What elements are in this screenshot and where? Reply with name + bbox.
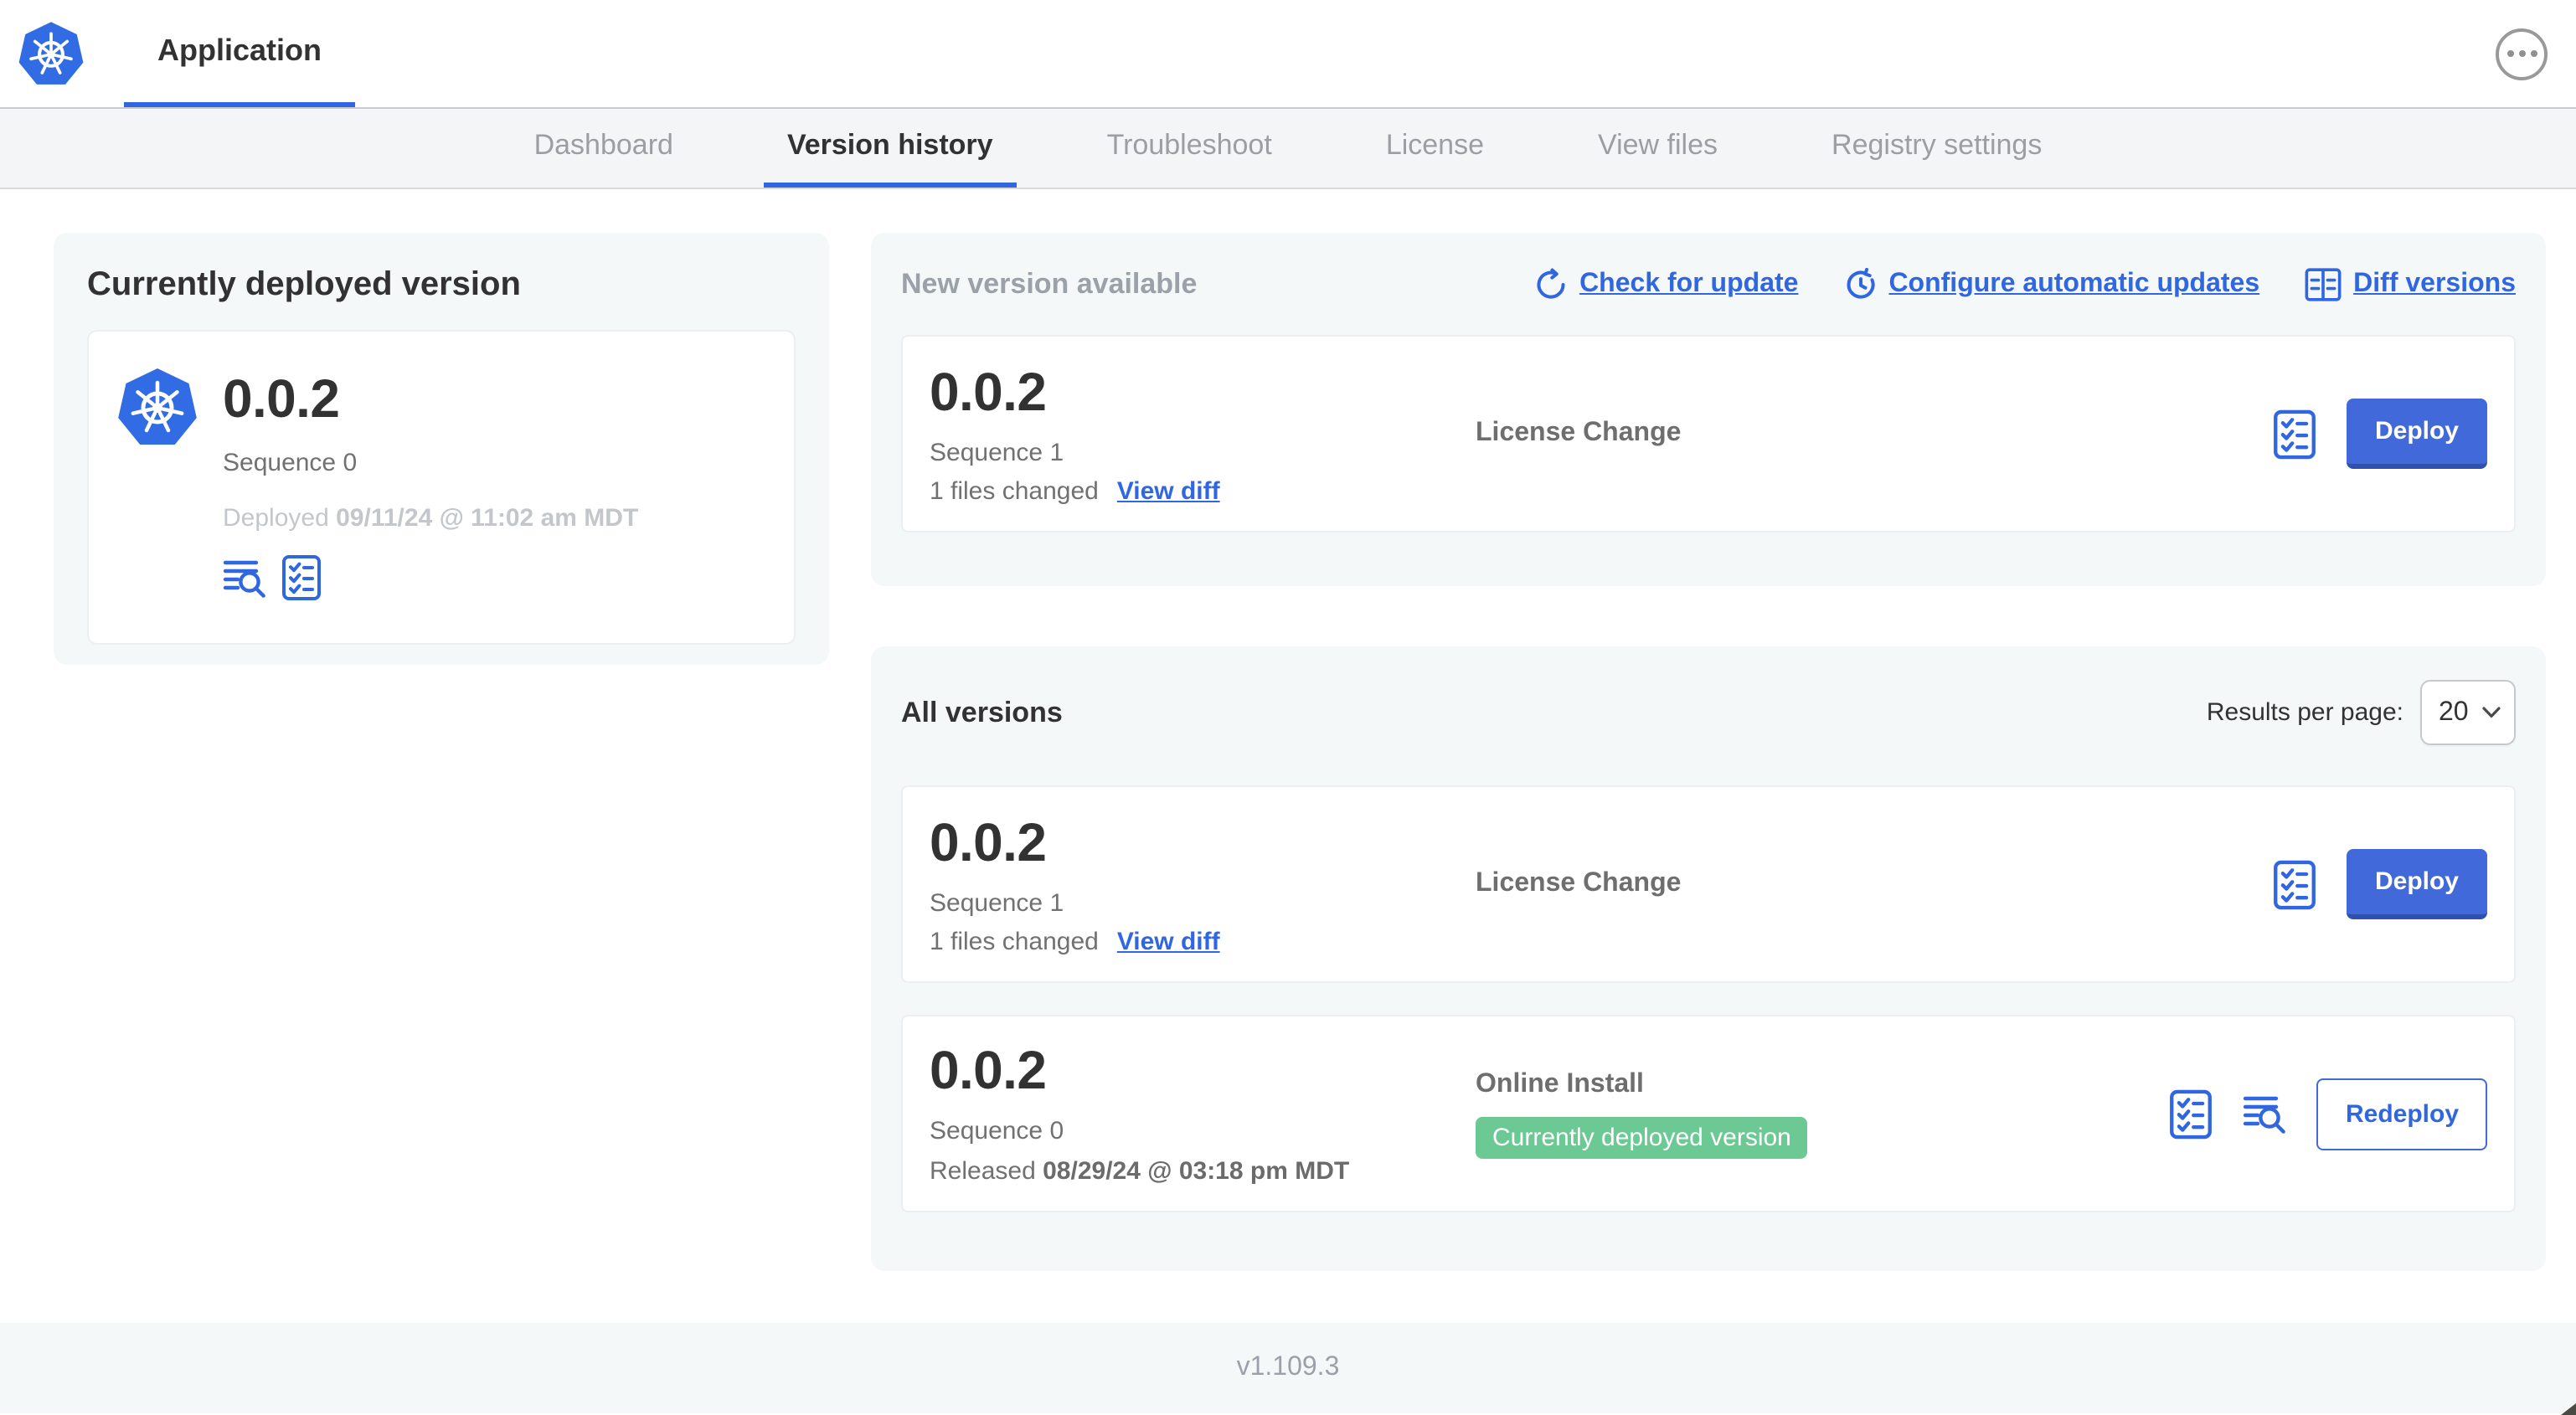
tab-troubleshoot[interactable]: Troubleshoot [1084,109,1296,188]
deployed-version-card: 0.0.2 Sequence 0 Deployed 09/11/24 @ 11:… [87,330,796,645]
tab-dashboard[interactable]: Dashboard [511,109,697,188]
view-diff-link[interactable]: View diff [1117,927,1220,955]
results-per-page-label: Results per page: [2206,698,2403,727]
results-per-page-select[interactable]: 20 [2420,680,2516,745]
all-versions-panel: All versions Results per page: 20 0.0.2 … [871,646,2546,1271]
overflow-menu-button[interactable] [2496,28,2548,80]
files-changed-label: 1 files changed [930,476,1099,505]
console-version: v1.109.3 [1236,1353,1340,1382]
sequence-label: Sequence 0 [930,1117,1064,1145]
new-version-panel: New version available Check for update C… [871,233,2546,586]
main-content: Currently deployed version 0.0.2 Sequenc… [0,189,2576,1271]
new-version-card: 0.0.2 Sequence 1 1 files changed View di… [901,335,2516,533]
version-row-sequence-0: 0.0.2 Sequence 0 Released 08/29/24 @ 03:… [901,1015,2516,1212]
deployed-version-label: 0.0.2 [223,368,340,429]
deploy-button[interactable]: Deploy [2346,399,2487,469]
version-label: 0.0.2 [930,811,1047,872]
kots-admin-console: Application Dashboard Version history Tr… [0,0,2576,1415]
preflight-checks-icon[interactable] [281,554,322,601]
view-diff-link[interactable]: View diff [1117,476,1220,505]
version-label: 0.0.2 [930,1040,1047,1100]
currently-deployed-title: Currently deployed version [87,266,521,303]
diff-icon [2305,268,2342,301]
deploy-button[interactable]: Deploy [2346,849,2487,919]
version-source-label: Online Install [1476,1069,1644,1098]
deployed-timestamp: Deployed 09/11/24 @ 11:02 am MDT [223,504,639,533]
app-icon [116,355,199,620]
app-title: Application [157,33,322,67]
tab-version-history[interactable]: Version history [763,109,1017,188]
app-footer: v1.109.3 [0,1323,2576,1413]
version-source-label: License Change [1476,869,1682,898]
tab-registry-settings[interactable]: Registry settings [1808,109,2065,188]
currently-deployed-panel: Currently deployed version 0.0.2 Sequenc… [54,233,829,665]
sequence-label: Sequence 1 [930,438,1064,466]
preflight-checks-icon[interactable] [2170,1088,2213,1140]
released-timestamp: Released 08/29/24 @ 03:18 pm MDT [930,1157,1350,1186]
preflight-checks-icon[interactable] [2273,858,2316,910]
app-nav-tab[interactable]: Application [124,0,355,107]
version-label: 0.0.2 [930,361,1047,421]
app-header: Application [0,0,2576,109]
view-logs-icon[interactable] [223,558,266,598]
configure-automatic-updates-link[interactable]: Configure automatic updates [1843,268,2259,301]
currently-deployed-badge: Currently deployed version [1476,1116,1808,1158]
kubernetes-logo-icon [17,0,85,107]
preflight-checks-icon[interactable] [2273,408,2316,460]
sequence-label: Sequence 1 [930,888,1064,917]
diff-versions-link[interactable]: Diff versions [2305,268,2516,301]
new-version-title: New version available [901,268,1198,300]
files-changed-label: 1 files changed [930,927,1099,955]
clock-arrow-icon [1846,268,1875,299]
chevron-down-icon [2482,707,2501,718]
cursor-artifact [2561,1403,2576,1415]
deployed-sequence-label: Sequence 0 [223,449,358,477]
version-source-label: License Change [1476,419,1682,447]
refresh-icon [1537,268,1565,299]
tab-license[interactable]: License [1363,109,1507,188]
redeploy-button[interactable]: Redeploy [2316,1078,2487,1150]
app-subnav: Dashboard Version history Troubleshoot L… [0,109,2576,189]
all-versions-title: All versions [901,696,1063,728]
tab-view-files[interactable]: View files [1574,109,1741,188]
header-spacer [355,0,2496,107]
view-logs-icon[interactable] [2244,1093,2287,1134]
version-row-sequence-1: 0.0.2 Sequence 1 1 files changed View di… [901,785,2516,983]
check-for-update-link[interactable]: Check for update [1534,268,1798,301]
overflow-menu-icon [2506,50,2513,57]
